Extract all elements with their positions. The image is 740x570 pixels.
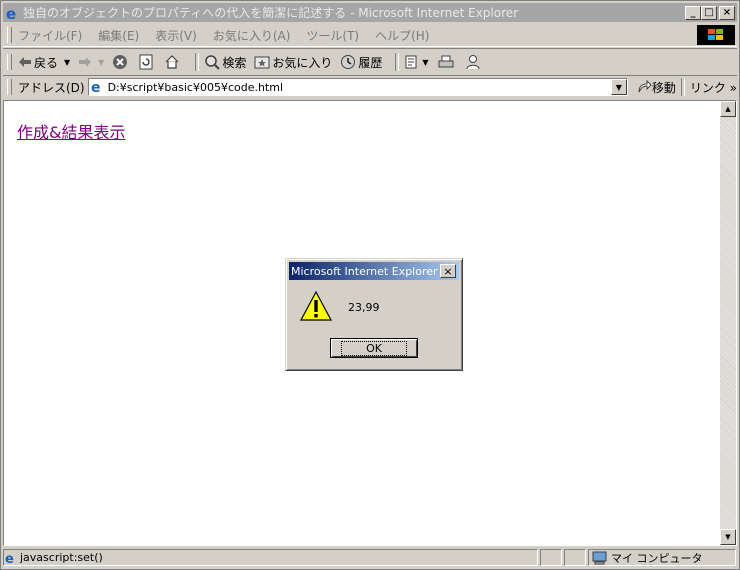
messenger-icon (466, 55, 480, 70)
go-label: 移動 (651, 80, 676, 95)
status-text-cell: e javascript:set() (3, 549, 538, 566)
search-icon (205, 55, 221, 70)
address-grip[interactable] (7, 79, 12, 95)
browser-window: e 独自のオブジェクトのプロパティへの代入を簡潔に記述する - Microsof… (0, 0, 740, 570)
vertical-scrollbar[interactable]: ▲ ▼ (720, 101, 736, 545)
menu-favorites[interactable]: お気に入り(A) (213, 27, 291, 44)
forward-dropdown-icon[interactable]: ▼ (98, 58, 104, 67)
mail-button[interactable]: ▼ (404, 54, 429, 70)
links-button[interactable]: リンク » (690, 79, 737, 96)
menu-tools[interactable]: ツール(T) (306, 27, 359, 44)
svg-text:e: e (6, 5, 16, 21)
standard-toolbar: 戻る ▼ ▼ 検索 お気に入り 履歴 ▼ (3, 48, 737, 76)
status-progress-cell (540, 549, 562, 566)
computer-icon (592, 551, 607, 564)
toolbar-separator (195, 53, 200, 71)
status-page-icon: e (5, 552, 14, 565)
dialog-title-bar[interactable]: Microsoft Internet Explorer × (289, 262, 459, 280)
menu-view[interactable]: 表示(V) (155, 27, 197, 44)
address-dropdown-icon[interactable]: ▼ (610, 79, 627, 95)
zone-label: マイ コンピュータ (611, 551, 703, 565)
print-button[interactable] (437, 54, 457, 70)
status-security-cell (564, 549, 586, 566)
go-arrow-icon (638, 80, 652, 93)
menu-help[interactable]: ヘルプ(H) (375, 27, 429, 44)
svg-text:e: e (5, 552, 14, 565)
back-dropdown-icon[interactable]: ▼ (64, 58, 70, 67)
history-label: 履歴 (358, 55, 383, 70)
mail-dropdown-icon[interactable]: ▼ (422, 58, 428, 67)
toolbar-grip[interactable] (7, 54, 12, 70)
create-and-show-result-link[interactable]: 作成&結果表示 (17, 119, 125, 143)
alert-dialog: Microsoft Internet Explorer × 23,99 OK (285, 258, 463, 371)
stop-icon (113, 55, 128, 69)
maximize-button[interactable]: □ (701, 5, 717, 20)
warning-icon (300, 290, 332, 321)
svg-text:e: e (91, 80, 101, 95)
messenger-button[interactable] (465, 54, 483, 70)
toolbar-separator (395, 53, 400, 71)
favorites-button[interactable]: お気に入り (254, 54, 332, 71)
history-button[interactable]: 履歴 (340, 54, 382, 71)
ok-button[interactable]: OK (330, 338, 418, 358)
window-title: 独自のオブジェクトのプロパティへの代入を簡潔に記述する - Microsoft … (23, 6, 519, 20)
address-input[interactable] (105, 80, 608, 94)
close-button[interactable]: × (719, 5, 735, 20)
ie-icon: e (6, 5, 16, 21)
favorites-icon (254, 56, 270, 69)
address-bar: アドレス(D) e ▼ 移動 リンク » (3, 76, 737, 98)
dialog-close-button[interactable]: × (440, 264, 456, 278)
menu-grip[interactable] (7, 27, 12, 43)
scroll-down-button[interactable]: ▼ (720, 529, 736, 545)
history-icon (341, 55, 356, 69)
menu-bar: ファイル(F) 編集(E) 表示(V) お気に入り(A) ツール(T) ヘルプ(… (3, 24, 737, 47)
menu-file[interactable]: ファイル(F) (18, 27, 82, 44)
refresh-button[interactable] (138, 54, 156, 70)
search-label: 検索 (222, 55, 247, 70)
status-zone-cell: マイ コンピュータ (588, 549, 736, 566)
home-button[interactable] (164, 54, 182, 70)
refresh-icon (139, 54, 153, 70)
forward-arrow-icon (79, 57, 92, 67)
forward-button[interactable]: ▼ (78, 56, 104, 68)
menu-edit[interactable]: 編集(E) (98, 27, 139, 44)
dialog-title: Microsoft Internet Explorer (291, 264, 438, 278)
home-icon (165, 55, 179, 69)
title-bar[interactable]: e 独自のオブジェクトのプロパティへの代入を簡潔に記述する - Microsof… (3, 3, 737, 22)
address-field[interactable]: e ▼ (87, 78, 628, 96)
dialog-message: 23,99 (348, 301, 380, 314)
scroll-up-button[interactable]: ▲ (720, 101, 736, 117)
search-button[interactable]: 検索 (204, 54, 246, 71)
back-arrow-icon (19, 57, 31, 67)
page-icon: e (91, 80, 101, 95)
windows-logo-icon (697, 25, 735, 45)
address-label: アドレス(D) (17, 80, 85, 95)
minimize-button[interactable]: _ (685, 5, 701, 20)
links-separator (680, 78, 685, 96)
status-bar: e javascript:set() マイ コンピュータ (3, 548, 737, 567)
mail-icon (405, 55, 417, 69)
ok-label: OK (341, 340, 407, 356)
stop-button[interactable] (112, 54, 130, 70)
status-text: javascript:set() (20, 551, 103, 564)
go-button[interactable]: 移動 (636, 79, 676, 96)
print-icon (438, 55, 454, 68)
back-label: 戻る (34, 55, 59, 70)
back-button[interactable]: 戻る ▼ (18, 54, 70, 71)
favorites-label: お気に入り (272, 55, 333, 70)
